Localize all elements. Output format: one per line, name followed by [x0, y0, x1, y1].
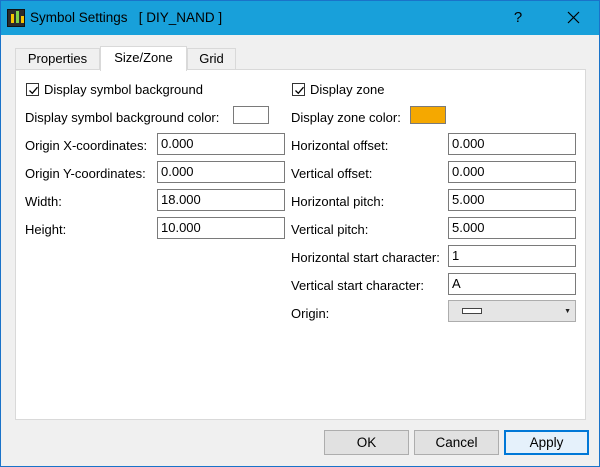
- background-color-swatch[interactable]: [233, 106, 269, 124]
- vertical-start-input[interactable]: A: [448, 273, 576, 295]
- cancel-button[interactable]: Cancel: [414, 430, 499, 455]
- display-zone-label: Display zone: [310, 82, 385, 97]
- display-zone-checkbox[interactable]: [292, 83, 305, 96]
- app-logo-icon: [7, 9, 25, 27]
- display-background-checkbox[interactable]: [26, 83, 39, 96]
- horizontal-pitch-label: Horizontal pitch:: [291, 194, 385, 209]
- vertical-start-label: Vertical start character:: [291, 278, 424, 293]
- origin-position-sample: [462, 308, 482, 314]
- zone-color-label: Display zone color:: [291, 110, 401, 125]
- origin-label: Origin:: [291, 306, 330, 321]
- window-title: Symbol Settings [ DIY_NAND ]: [30, 10, 223, 25]
- checkmark-icon: [29, 86, 38, 95]
- title-bar[interactable]: Symbol Settings [ DIY_NAND ] ?: [1, 1, 599, 35]
- height-input[interactable]: 10.000: [157, 217, 285, 239]
- tab-size-zone[interactable]: Size/Zone: [100, 46, 187, 71]
- origin-y-label: Origin Y-coordinates:: [25, 166, 146, 181]
- zone-color-swatch[interactable]: [410, 106, 446, 124]
- width-label: Width:: [25, 194, 62, 209]
- origin-select[interactable]: ▼: [448, 300, 576, 322]
- origin-x-input[interactable]: 0.000: [157, 133, 285, 155]
- dialog-window: Symbol Settings [ DIY_NAND ] ? Propertie…: [0, 0, 600, 467]
- vertical-offset-input[interactable]: 0.000: [448, 161, 576, 183]
- horizontal-pitch-input[interactable]: 5.000: [448, 189, 576, 211]
- vertical-pitch-input[interactable]: 5.000: [448, 217, 576, 239]
- horizontal-start-input[interactable]: 1: [448, 245, 576, 267]
- apply-button[interactable]: Apply: [504, 430, 589, 455]
- origin-y-input[interactable]: 0.000: [157, 161, 285, 183]
- tab-grid[interactable]: Grid: [187, 48, 236, 70]
- close-icon: [567, 11, 579, 24]
- origin-x-label: Origin X-coordinates:: [25, 138, 148, 153]
- tab-properties[interactable]: Properties: [15, 48, 100, 70]
- ok-button[interactable]: OK: [324, 430, 409, 455]
- background-color-label: Display symbol background color:: [25, 110, 220, 125]
- checkmark-icon: [295, 86, 304, 95]
- chevron-down-icon: ▼: [564, 308, 571, 315]
- size-zone-panel: Display symbol background Display symbol…: [15, 69, 586, 420]
- height-label: Height:: [25, 222, 67, 237]
- horizontal-offset-label: Horizontal offset:: [291, 138, 389, 153]
- horizontal-start-label: Horizontal start character:: [291, 250, 440, 265]
- display-background-label: Display symbol background: [44, 82, 203, 97]
- close-button[interactable]: [555, 6, 591, 30]
- vertical-offset-label: Vertical offset:: [291, 166, 373, 181]
- help-button[interactable]: ?: [503, 6, 533, 30]
- horizontal-offset-input[interactable]: 0.000: [448, 133, 576, 155]
- width-input[interactable]: 18.000: [157, 189, 285, 211]
- vertical-pitch-label: Vertical pitch:: [291, 222, 369, 237]
